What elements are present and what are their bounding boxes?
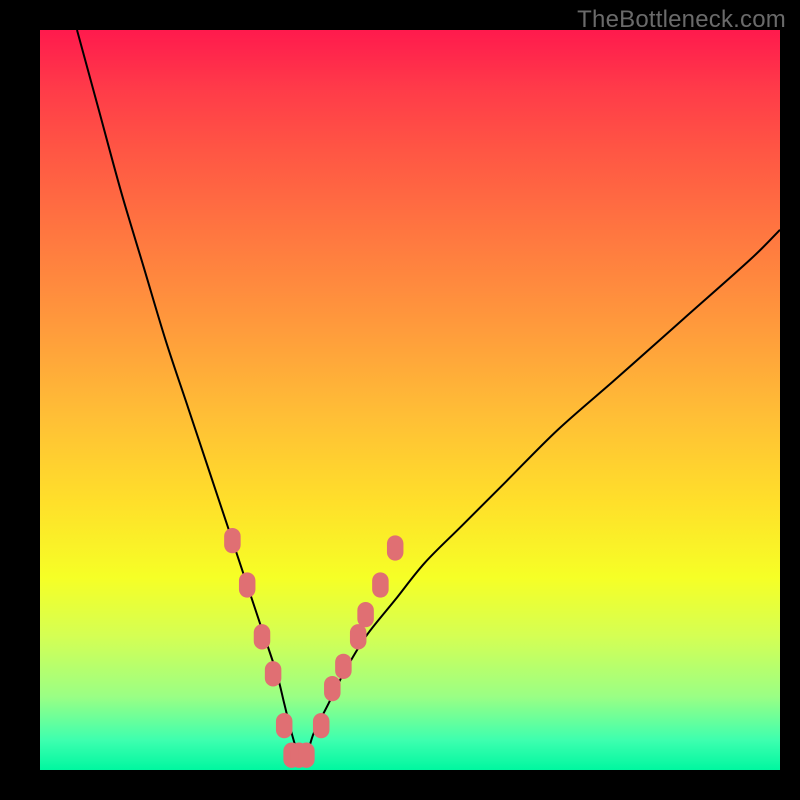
highlighted-point xyxy=(254,624,271,649)
highlighted-points-group xyxy=(224,528,403,768)
highlighted-point xyxy=(313,713,330,738)
highlighted-point xyxy=(239,572,256,597)
highlighted-point xyxy=(372,572,389,597)
highlighted-point xyxy=(298,743,315,768)
highlighted-point xyxy=(265,661,282,686)
highlighted-point xyxy=(350,624,367,649)
highlighted-point xyxy=(276,713,293,738)
highlighted-point xyxy=(335,654,352,679)
plot-area xyxy=(40,30,780,770)
chart-svg xyxy=(40,30,780,770)
highlighted-point xyxy=(387,535,404,560)
highlighted-point xyxy=(324,676,341,701)
chart-frame: TheBottleneck.com xyxy=(0,0,800,800)
highlighted-point xyxy=(357,602,374,627)
highlighted-point xyxy=(224,528,241,553)
bottleneck-curve xyxy=(77,30,780,758)
